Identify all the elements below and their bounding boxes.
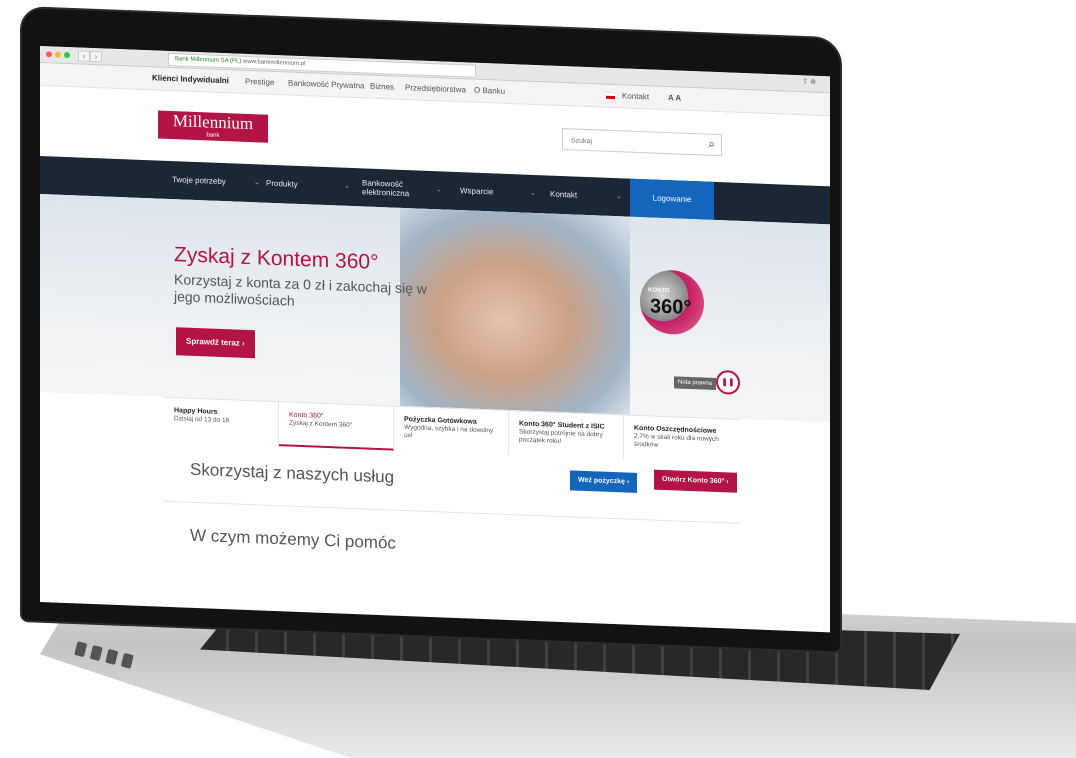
secure-lock-label: Bank Millennium SA (PL) xyxy=(175,56,242,65)
maximize-window-icon[interactable] xyxy=(64,51,70,59)
tab-student-isic[interactable]: Konto 360° Student z ISIC Skorzystaj pot… xyxy=(509,411,624,460)
hero-banner: Zyskaj z Kontem 360° Korzystaj z konta z… xyxy=(40,194,830,423)
open-account-button[interactable]: Otwórz Konto 360° › xyxy=(654,469,737,493)
top-contact-link[interactable]: Kontakt xyxy=(622,91,649,101)
check-now-button[interactable]: Sprawdź teraz › xyxy=(176,327,255,359)
nav-e-banking[interactable]: Bankowość elektroniczna xyxy=(362,168,422,208)
nav-support[interactable]: Wsparcie ⌄ xyxy=(460,172,540,213)
tab-konto-360[interactable]: Konto 360° Zyskaj z Kontem 360° xyxy=(279,402,394,451)
konto-360-badge: KONTO 360° xyxy=(640,269,704,336)
help-heading: W czym możemy Ci pomóc xyxy=(190,525,396,553)
chevron-down-icon: ⌄ xyxy=(344,182,350,190)
segment-about[interactable]: O Banku xyxy=(474,86,505,96)
services-heading: Skorzystaj z naszych usług xyxy=(190,459,395,487)
font-size-toggle[interactable]: A A xyxy=(668,93,681,103)
language-flag-icon[interactable] xyxy=(606,92,615,100)
chevron-down-icon: ⌄ xyxy=(436,186,442,194)
nav-products-label: Produkty xyxy=(266,178,298,189)
chevron-down-icon: ⌄ xyxy=(616,193,622,201)
chevron-down-icon: ⌄ xyxy=(254,179,260,187)
take-loan-button[interactable]: Weź pożyczkę › xyxy=(570,470,638,493)
segment-individual[interactable]: Klienci Indywidualni xyxy=(152,73,229,85)
search-input[interactable] xyxy=(569,136,693,151)
screen: ‹ › Bank Millennium SA (PL) www.bankmill… xyxy=(40,46,830,633)
legal-note-link[interactable]: Nota prawna xyxy=(674,376,717,390)
segment-private-banking[interactable]: Bankowość Prywatna xyxy=(288,79,364,91)
segment-enterprises[interactable]: Przedsiębiorstwa xyxy=(405,83,466,94)
segment-prestige[interactable]: Prestige xyxy=(245,77,274,87)
share-icon[interactable]: ⇪ ⊕ xyxy=(802,77,816,86)
nav-support-label: Wsparcie xyxy=(460,186,494,197)
hero-photo xyxy=(400,207,630,415)
badge-label: KONTO xyxy=(648,287,670,295)
back-button[interactable]: ‹ xyxy=(78,50,90,62)
hero-subtitle: Korzystaj z konta za 0 zł i zakochaj się… xyxy=(174,271,427,309)
close-window-icon[interactable] xyxy=(46,51,52,58)
search-box: ⌕ xyxy=(562,128,722,157)
section-divider xyxy=(164,500,740,524)
nav-products[interactable]: Produkty ⌄ xyxy=(266,165,356,206)
segment-business[interactable]: Biznes xyxy=(370,82,394,92)
search-icon[interactable]: ⌕ xyxy=(708,137,715,152)
minimize-window-icon[interactable] xyxy=(55,51,61,58)
tab-desc: Wygodna, szybka i na dowolny cel xyxy=(404,423,494,440)
url-text: www.bankmillennium.pl xyxy=(243,58,306,68)
login-button[interactable]: Logowanie xyxy=(630,178,714,220)
millennium-logo[interactable]: Millennium bank xyxy=(158,110,268,143)
pause-icon[interactable]: ❚❚ xyxy=(716,369,740,395)
badge-number: 360° xyxy=(650,295,692,320)
nav-needs[interactable]: Twoje potrzeby ⌄ xyxy=(172,161,262,202)
chevron-down-icon: ⌄ xyxy=(530,189,536,198)
tab-desc: 2,7% w skali roku dla nowych środków xyxy=(634,432,719,449)
tab-happy-hours[interactable]: Happy Hours Dzisiaj od 13 do 16 xyxy=(164,397,279,447)
nav-needs-label: Twoje potrzeby xyxy=(172,175,226,187)
tab-desc: Skorzystaj potrójnie na dobry początek r… xyxy=(519,428,603,446)
nav-contact[interactable]: Kontakt ⌄ xyxy=(550,176,630,217)
forward-button[interactable]: › xyxy=(90,50,102,63)
hero-title: Zyskaj z Kontem 360° xyxy=(174,243,379,275)
tab-savings-account[interactable]: Konto Oszczędnościowe 2,7% w skali roku … xyxy=(624,415,739,463)
tab-cash-loan[interactable]: Pożyczka Gotówkowa Wygodna, szybka i na … xyxy=(394,406,509,456)
nav-e-banking-label: Bankowość elektroniczna xyxy=(362,178,410,199)
nav-contact-label: Kontakt xyxy=(550,189,578,200)
